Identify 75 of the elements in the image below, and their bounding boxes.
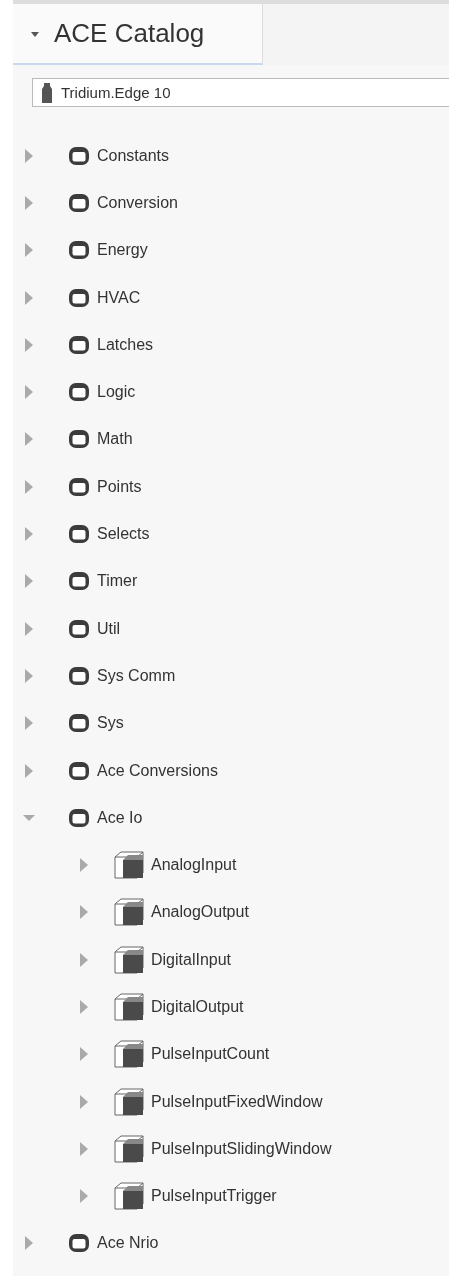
tree-item[interactable]: Energy [97,241,148,260]
jar-icon [41,82,53,103]
expand-arrow-icon[interactable] [78,1000,90,1014]
tree-item[interactable]: Ace Conversions [97,761,218,780]
expand-arrow-icon[interactable] [23,574,35,589]
folder-icon [68,713,90,734]
expand-arrow-icon[interactable] [23,1236,35,1251]
folder-icon [68,571,90,592]
folder-icon [68,334,90,355]
tree-item[interactable]: Timer [97,572,138,591]
folder-icon [68,476,90,497]
folder-icon [68,287,90,308]
expand-arrow-icon[interactable] [23,337,35,352]
tree-item[interactable]: AnalogOutput [151,903,249,922]
folder-icon [68,240,90,261]
expand-arrow-icon[interactable] [23,668,35,683]
cube-icon [114,993,144,1021]
tree-item[interactable]: Constants [97,146,170,165]
expand-arrow-icon[interactable] [78,1141,90,1156]
expand-arrow-icon[interactable] [23,763,35,778]
expand-arrow-icon[interactable] [23,432,35,447]
expand-arrow-icon[interactable] [23,243,35,258]
expand-arrow-icon[interactable] [78,1189,90,1204]
folder-icon [68,429,90,450]
expand-arrow-icon[interactable] [23,148,35,163]
expand-arrow-icon[interactable] [23,290,35,305]
tree-item[interactable]: DigitalInput [151,950,232,969]
tab-title: ACE Catalog [54,18,205,49]
expand-arrow-icon[interactable] [78,858,90,873]
tree-item[interactable]: Ace Nrio [97,1234,159,1253]
folder-icon [68,1233,90,1254]
expand-arrow-icon[interactable] [23,716,35,731]
expand-arrow-icon[interactable] [78,905,90,920]
catalog-tab[interactable]: ACE Catalog [13,4,263,65]
cube-icon [114,851,144,880]
cube-icon [114,945,144,974]
folder-icon [68,382,90,403]
tree-item[interactable]: HVAC [97,288,141,307]
cube-icon [114,1087,144,1116]
tree-item[interactable]: Math [97,430,133,449]
expand-arrow-icon[interactable] [23,195,35,210]
tree-item[interactable]: Ace Io [97,808,143,827]
tree-item[interactable]: PulseInputFixedWindow [151,1092,323,1111]
expand-arrow-icon[interactable] [78,952,90,967]
expand-arrow-icon[interactable] [23,527,35,541]
expand-arrow-icon[interactable] [23,479,35,494]
cube-icon [114,1134,144,1163]
expand-arrow-icon[interactable] [23,385,35,400]
cube-icon [114,1182,144,1211]
tree-item[interactable]: Util [97,619,121,638]
expand-arrow-icon[interactable] [78,1094,90,1109]
tree-item[interactable]: PulseInputCount [151,1045,270,1064]
folder-icon [68,665,90,686]
tree-item[interactable]: Points [97,477,142,496]
cube-icon [114,1040,144,1069]
expand-arrow-icon[interactable] [23,621,35,636]
folder-icon [68,807,90,828]
tree-item[interactable]: DigitalOutput [151,998,244,1016]
expand-arrow-icon[interactable] [78,1047,90,1062]
tree-item[interactable]: Selects [97,525,150,543]
folder-icon [68,618,90,639]
tree-item[interactable]: PulseInputTrigger [151,1187,277,1206]
folder-icon [68,192,90,213]
tree-item[interactable]: Sys Comm [97,666,176,685]
module-field[interactable]: Tridium.Edge 10 [32,78,449,107]
folder-icon [68,524,90,544]
tree-item[interactable]: AnalogInput [151,856,237,875]
folder-icon [68,760,90,781]
tree-item[interactable]: Latches [97,335,154,354]
tree-item[interactable]: Logic [97,383,136,402]
tree-item[interactable]: PulseInputSlidingWindow [151,1139,332,1158]
cube-icon [114,898,144,927]
tree-item[interactable]: Sys [97,714,124,733]
tree-item[interactable]: Conversion [97,193,178,212]
folder-icon [68,145,90,166]
